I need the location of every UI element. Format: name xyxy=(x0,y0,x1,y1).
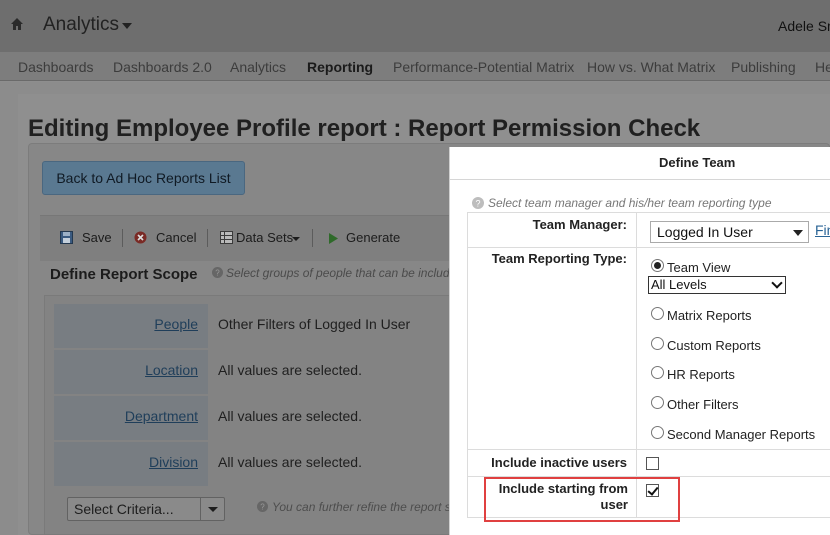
dialog-hint: Select team manager and his/her team rep… xyxy=(488,196,772,210)
highlight-box xyxy=(484,477,680,522)
generate-button[interactable]: Generate xyxy=(346,230,400,245)
criteria-row: Department All values are selected. xyxy=(54,396,454,440)
toolbar-divider xyxy=(122,229,123,247)
chevron-down-icon[interactable] xyxy=(122,23,132,29)
chevron-down-icon xyxy=(793,230,803,236)
info-icon: ? xyxy=(257,501,268,512)
criteria-row: Division All values are selected. xyxy=(54,442,454,486)
nav-item-help[interactable]: He xyxy=(815,59,830,75)
user-name[interactable]: Adele Sm xyxy=(778,18,830,34)
team-manager-label: Team Manager: xyxy=(532,217,627,232)
matrix-reports-radio[interactable] xyxy=(651,307,664,320)
svg-text:?: ? xyxy=(260,503,265,512)
criteria-value: All values are selected. xyxy=(218,408,362,424)
svg-text:?: ? xyxy=(475,199,480,209)
select-criteria-dropdown[interactable]: Select Criteria... xyxy=(67,497,225,521)
team-manager-value: Logged In User xyxy=(657,224,753,240)
info-icon: ? xyxy=(472,197,484,209)
other-filters-radio[interactable] xyxy=(651,396,664,409)
data-sets-button[interactable]: Data Sets xyxy=(236,230,293,245)
svg-text:?: ? xyxy=(215,269,220,278)
second-manager-reports-radio[interactable] xyxy=(651,426,664,439)
scope-title: Define Report Scope xyxy=(50,266,198,283)
cancel-icon[interactable] xyxy=(134,231,147,244)
nav-item-analytics[interactable]: Analytics xyxy=(230,59,286,75)
divider xyxy=(467,212,830,213)
nav-item-dashboards[interactable]: Dashboards xyxy=(18,59,94,75)
home-icon[interactable] xyxy=(10,17,24,31)
cancel-button[interactable]: Cancel xyxy=(156,230,196,245)
scope-hint: Select groups of people that can be incl… xyxy=(226,266,457,280)
criteria-link-department[interactable]: Department xyxy=(125,408,198,424)
info-icon: ? xyxy=(212,267,223,278)
divider xyxy=(467,449,830,450)
divider xyxy=(467,212,468,518)
matrix-reports-label: Matrix Reports xyxy=(667,308,752,323)
find-link[interactable]: Fin xyxy=(815,222,830,238)
criteria-row: Location All values are selected. xyxy=(54,350,454,394)
chevron-down-icon xyxy=(208,507,218,512)
other-filters-label: Other Filters xyxy=(667,397,739,412)
divider xyxy=(636,212,637,518)
team-manager-select[interactable]: Logged In User xyxy=(650,221,809,243)
team-view-label: Team View xyxy=(667,260,731,275)
nav-item-reporting[interactable]: Reporting xyxy=(307,59,373,75)
refine-hint: You can further refine the report s xyxy=(272,500,451,514)
play-icon[interactable] xyxy=(327,232,340,245)
hr-reports-label: HR Reports xyxy=(667,367,735,382)
criteria-link-people[interactable]: People xyxy=(154,316,198,332)
criteria-link-location[interactable]: Location xyxy=(145,362,198,378)
toolbar-divider xyxy=(207,229,208,247)
include-inactive-checkbox[interactable] xyxy=(646,457,659,470)
main-nav: Dashboards Dashboards 2.0 Analytics Repo… xyxy=(0,52,830,81)
nav-item-dashboards-2[interactable]: Dashboards 2.0 xyxy=(113,59,212,75)
criteria-link-division[interactable]: Division xyxy=(149,454,198,470)
nav-item-how-vs-what-matrix[interactable]: How vs. What Matrix xyxy=(587,59,715,75)
dialog-header: Define Team xyxy=(450,147,830,180)
custom-reports-label: Custom Reports xyxy=(667,338,761,353)
nav-item-publishing[interactable]: Publishing xyxy=(731,59,796,75)
include-inactive-label: Include inactive users xyxy=(491,455,627,470)
second-manager-reports-label: Second Manager Reports xyxy=(667,427,816,442)
chevron-down-icon[interactable] xyxy=(292,237,300,241)
divider xyxy=(467,247,830,248)
criteria-value: All values are selected. xyxy=(218,362,362,378)
levels-value: All Levels xyxy=(651,277,707,292)
team-reporting-type-label: Team Reporting Type: xyxy=(491,251,627,266)
page-title: Editing Employee Profile report : Report… xyxy=(28,115,701,142)
team-view-radio[interactable] xyxy=(651,259,664,272)
toolbar-divider xyxy=(312,229,313,247)
criteria-value: All values are selected. xyxy=(218,454,362,470)
select-criteria-value: Select Criteria... xyxy=(74,501,174,517)
save-button[interactable]: Save xyxy=(82,230,112,245)
chevron-down-icon xyxy=(771,277,783,289)
criteria-row: People Other Filters of Logged In User xyxy=(54,304,454,348)
save-icon[interactable] xyxy=(60,231,73,244)
app-title[interactable]: Analytics xyxy=(43,14,119,36)
top-bar: Analytics Adele Sm xyxy=(0,0,830,52)
hr-reports-radio[interactable] xyxy=(651,366,664,379)
table-icon[interactable] xyxy=(220,231,233,244)
criteria-value: Other Filters of Logged In User xyxy=(218,316,411,332)
dialog-title: Define Team xyxy=(659,155,736,170)
levels-select[interactable]: All Levels xyxy=(648,276,786,294)
nav-item-performance-potential-matrix[interactable]: Performance-Potential Matrix xyxy=(393,59,574,75)
custom-reports-radio[interactable] xyxy=(651,337,664,350)
back-to-reports-button[interactable]: Back to Ad Hoc Reports List xyxy=(42,161,245,195)
